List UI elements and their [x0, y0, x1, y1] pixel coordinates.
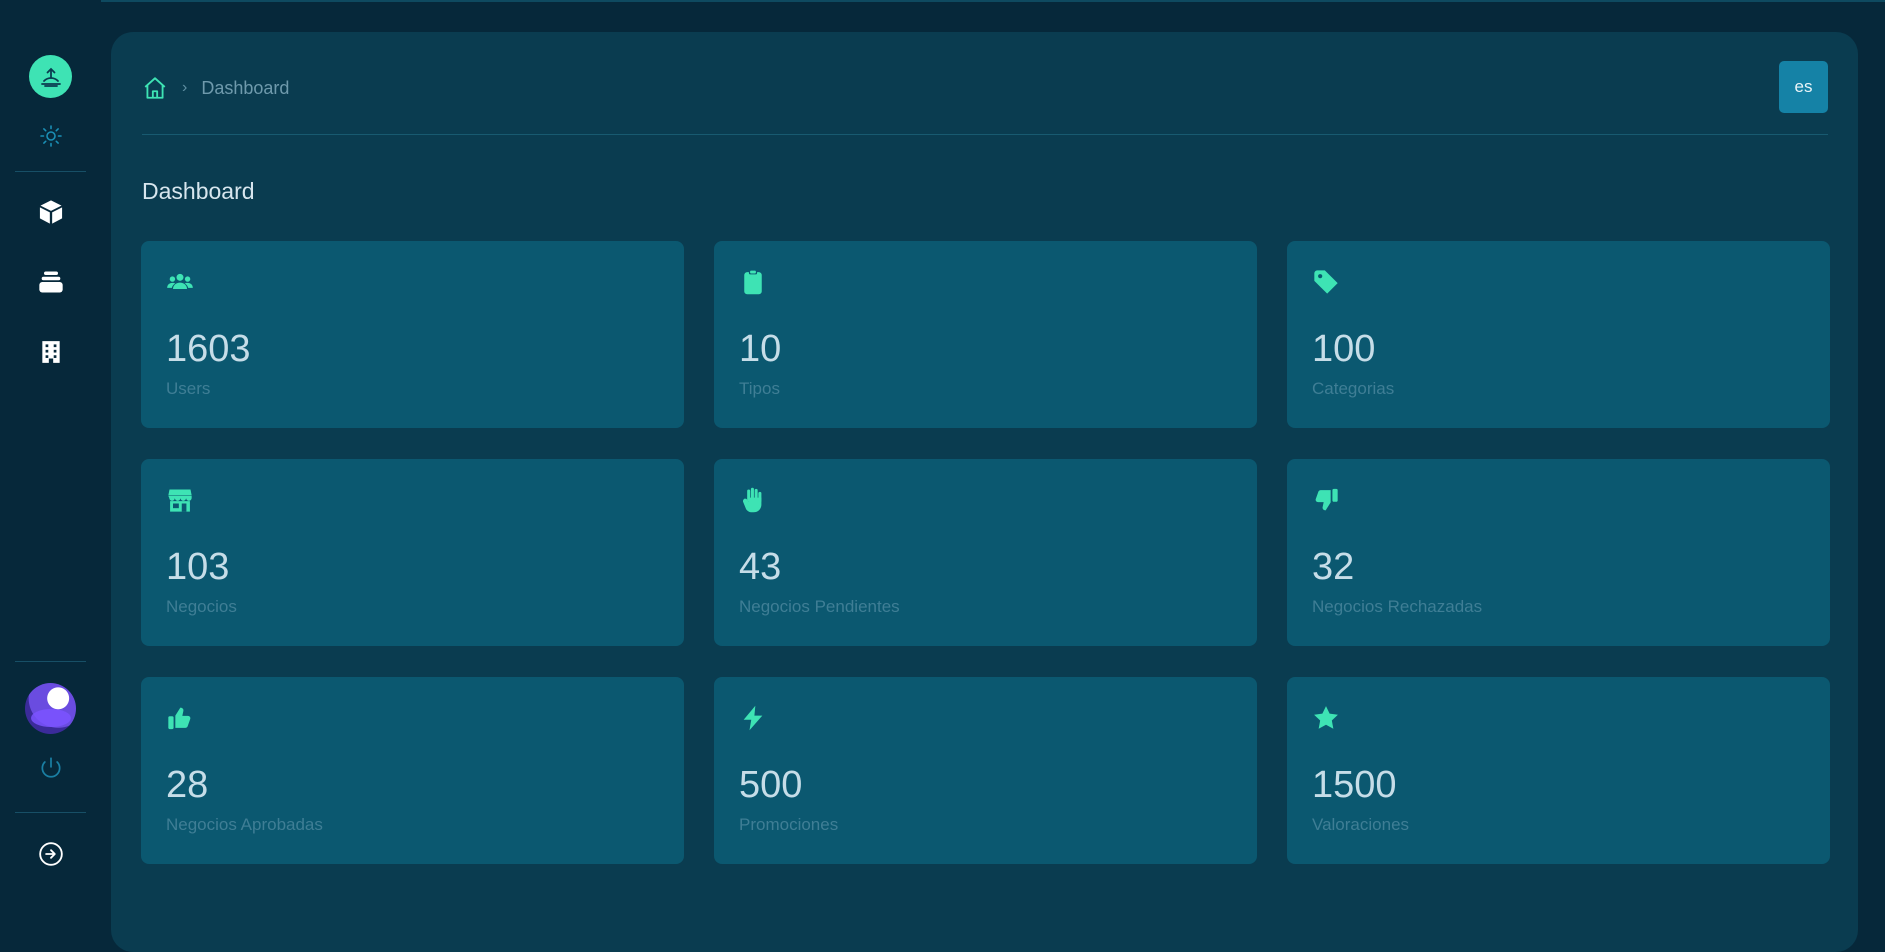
stat-card-categorias: 100 Categorias	[1287, 241, 1830, 428]
bolt-icon	[743, 705, 763, 731]
stat-label: Tipos	[739, 379, 780, 398]
stat-value: 28	[166, 764, 209, 806]
sidebar-item-products[interactable]	[35, 196, 67, 228]
stat-card-valoraciones: 1500 Valoraciones	[1287, 677, 1830, 864]
clipboard-icon	[744, 269, 762, 295]
thumbs-up-icon	[168, 707, 191, 730]
thumbs-down-icon	[1315, 488, 1338, 511]
logout-arrow-icon[interactable]	[35, 838, 67, 870]
sidebar-item-categories[interactable]	[35, 266, 67, 298]
sidebar-divider	[15, 171, 86, 172]
stat-label: Valoraciones	[1312, 815, 1410, 834]
breadcrumb-current: Dashboard	[201, 77, 290, 98]
stat-value: 500	[739, 764, 803, 806]
stat-label: Users	[166, 379, 211, 398]
stat-value: 103	[166, 546, 230, 588]
stat-label: Promociones	[739, 815, 839, 834]
stat-label: Negocios Aprobadas	[166, 815, 323, 834]
stat-label: Categorias	[1312, 379, 1395, 398]
star-icon	[1314, 706, 1338, 729]
app-logo[interactable]	[29, 55, 72, 98]
top-border	[0, 0, 1885, 2]
layers-icon	[39, 271, 63, 293]
chevron-right-icon: ›	[182, 79, 188, 96]
page-title: Dashboard	[142, 178, 255, 204]
box-icon	[39, 200, 63, 224]
theme-toggle-sun-icon[interactable]	[35, 120, 67, 152]
stat-card-tipos: 10 Tipos	[714, 241, 1257, 428]
building-icon	[42, 341, 60, 363]
breadcrumb: › Dashboard	[142, 72, 289, 104]
power-icon[interactable]	[35, 752, 67, 784]
stat-label: Negocios Pendientes	[739, 597, 900, 616]
stats-grid: 1603 Users 10 Tipos 100 Categorias 103 N…	[141, 241, 1830, 864]
home-icon[interactable]	[142, 75, 168, 101]
stat-card-negocios: 103 Negocios	[141, 459, 684, 646]
stat-value: 43	[739, 546, 782, 588]
logo-icon	[40, 67, 61, 87]
stat-value: 32	[1312, 546, 1355, 588]
stat-label: Negocios Rechazadas	[1312, 597, 1483, 616]
sidebar	[0, 0, 101, 932]
stat-card-negocios-rechazadas: 32 Negocios Rechazadas	[1287, 459, 1830, 646]
stat-value: 1603	[166, 328, 251, 370]
stat-card-negocios-pendientes: 43 Negocios Pendientes	[714, 459, 1257, 646]
main-panel: › Dashboard es Dashboard 1603 Users 10 T…	[111, 32, 1858, 952]
stat-card-negocios-aprobadas: 28 Negocios Aprobadas	[141, 677, 684, 864]
hand-icon	[742, 487, 762, 513]
sidebar-item-businesses[interactable]	[35, 336, 67, 368]
stat-card-users: 1603 Users	[141, 241, 684, 428]
users-icon	[167, 273, 193, 289]
stat-value: 10	[739, 328, 782, 370]
sidebar-divider	[15, 661, 86, 662]
header-divider	[142, 134, 1828, 135]
sidebar-divider	[15, 812, 86, 813]
stat-card-promociones: 500 Promociones	[714, 677, 1257, 864]
user-avatar[interactable]	[25, 683, 76, 734]
stat-label: Negocios	[166, 597, 237, 616]
stat-value: 100	[1312, 328, 1376, 370]
store-icon	[168, 489, 192, 512]
language-button[interactable]: es	[1779, 61, 1828, 113]
tag-icon	[1314, 270, 1338, 294]
stat-value: 1500	[1312, 764, 1397, 806]
